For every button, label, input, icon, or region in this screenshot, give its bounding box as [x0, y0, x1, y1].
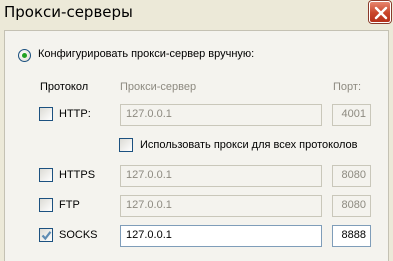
server-column-header: Прокси-сервер — [120, 81, 197, 93]
https-server-field[interactable]: 127.0.0.1 — [120, 165, 322, 187]
http-checkbox[interactable] — [39, 107, 53, 121]
https-port-field[interactable]: 8080 — [332, 165, 371, 187]
http-server-field[interactable]: 127.0.0.1 — [120, 104, 322, 126]
http-label: HTTP: — [59, 108, 91, 120]
socks-server-field[interactable]: 127.0.0.1 — [120, 225, 322, 247]
ftp-checkbox[interactable] — [39, 198, 53, 212]
socks-port-field[interactable]: 8888 — [332, 225, 371, 247]
socks-label: SOCKS — [59, 229, 98, 241]
ftp-server-field[interactable]: 127.0.0.1 — [120, 195, 322, 217]
ftp-port-field[interactable]: 8080 — [332, 195, 371, 217]
socks-checkbox[interactable] — [39, 228, 53, 242]
http-port-field[interactable]: 4001 — [332, 104, 371, 126]
use-for-all-checkbox[interactable] — [119, 138, 133, 152]
use-for-all-label: Использовать прокси для всех протоколов — [140, 139, 358, 151]
close-button[interactable] — [369, 1, 391, 23]
title-bar: Прокси-серверы — [0, 0, 393, 30]
port-column-header: Порт: — [333, 81, 361, 93]
https-checkbox[interactable] — [39, 168, 53, 182]
https-label: HTTPS — [59, 169, 96, 181]
manual-proxy-radio[interactable] — [18, 49, 31, 62]
ftp-label: FTP — [59, 199, 80, 211]
protocol-column-header: Протокол — [40, 81, 89, 93]
checkmark-icon — [41, 231, 52, 241]
manual-proxy-label[interactable]: Конфигурировать прокси-сервер вручную: — [38, 48, 254, 60]
close-icon — [374, 6, 388, 20]
window-title: Прокси-серверы — [4, 3, 133, 21]
